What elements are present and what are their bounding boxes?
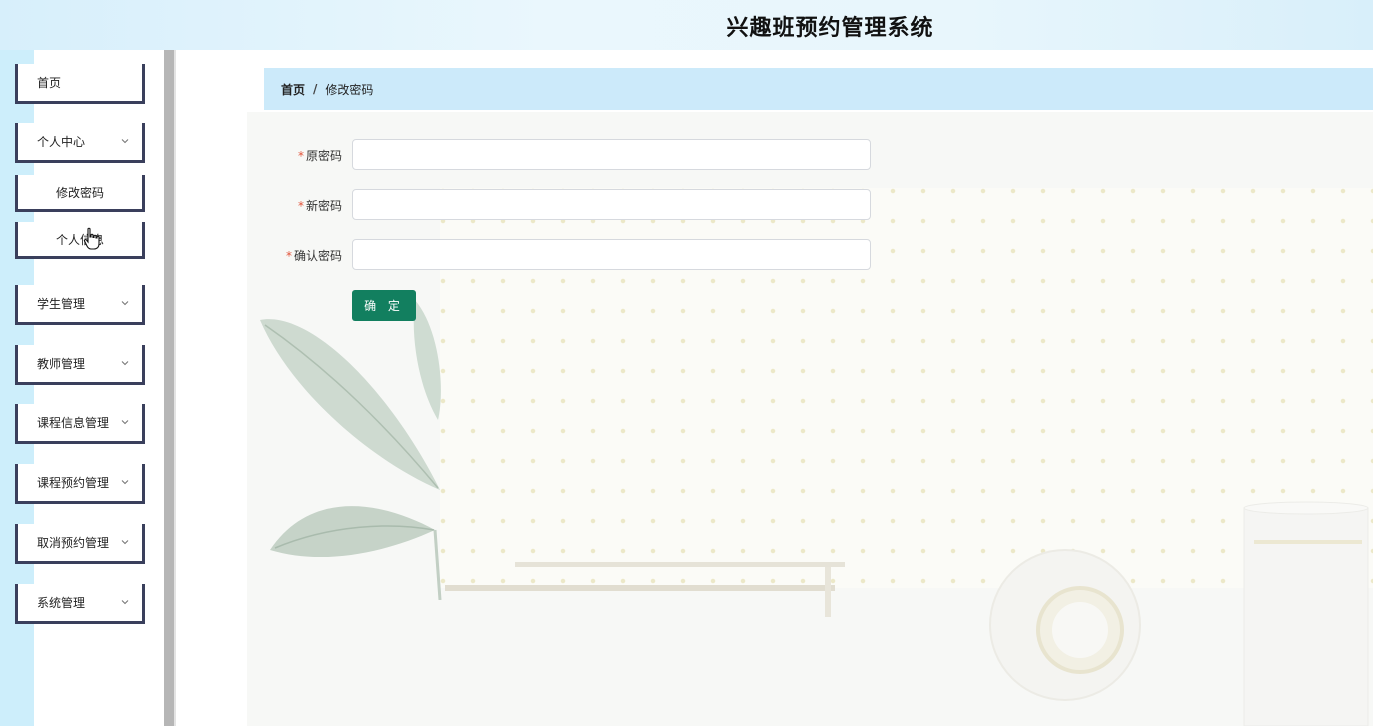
required-mark: * bbox=[297, 199, 304, 213]
sidebar-item-home[interactable]: 首页 bbox=[15, 64, 145, 104]
sidebar-item-label: 学生管理 bbox=[37, 297, 86, 311]
sidebar-subitem-personal-info[interactable]: 个人信息 bbox=[15, 222, 145, 259]
sidebar-item-label: 系统管理 bbox=[37, 596, 86, 610]
required-mark: * bbox=[285, 249, 292, 263]
plant-illustration bbox=[260, 300, 442, 600]
top-header: 兴趣班预约管理系统 bbox=[0, 0, 1373, 50]
sidebar-item-personal-center[interactable]: 个人中心 bbox=[15, 123, 145, 163]
chevron-down-icon bbox=[121, 138, 129, 143]
sidebar-item-system-management[interactable]: 系统管理 bbox=[15, 584, 145, 624]
old-password-label: * 原密码 bbox=[270, 147, 342, 164]
chevron-down-icon bbox=[121, 419, 129, 424]
old-password-label-text: 原密码 bbox=[305, 149, 342, 163]
sidebar-item-cancel-booking-management[interactable]: 取消预约管理 bbox=[15, 524, 145, 564]
sidebar-item-student-management[interactable]: 学生管理 bbox=[15, 285, 145, 325]
confirm-button[interactable]: 确 定 bbox=[352, 290, 416, 321]
confirm-password-label-text: 确认密码 bbox=[293, 249, 342, 263]
cylinder-illustration bbox=[1243, 501, 1369, 726]
breadcrumb-separator: / bbox=[313, 82, 318, 96]
old-password-input[interactable] bbox=[352, 139, 871, 170]
app-title: 兴趣班预约管理系统 bbox=[726, 16, 934, 41]
sidebar-item-label: 取消预约管理 bbox=[37, 536, 110, 550]
confirm-password-input[interactable] bbox=[352, 239, 871, 270]
sidebar-item-course-booking-management[interactable]: 课程预约管理 bbox=[15, 464, 145, 504]
chevron-down-icon bbox=[121, 300, 129, 305]
breadcrumb: 首页 / 修改密码 bbox=[264, 68, 1373, 110]
new-password-input[interactable] bbox=[352, 189, 871, 220]
chevron-down-icon bbox=[121, 599, 129, 604]
new-password-label: * 新密码 bbox=[270, 197, 342, 214]
sidebar-item-label: 课程预约管理 bbox=[37, 476, 110, 490]
hand-pointer-icon bbox=[83, 227, 100, 250]
required-mark: * bbox=[297, 149, 304, 163]
sidebar-scrollbar[interactable] bbox=[164, 50, 176, 726]
breadcrumb-current: 修改密码 bbox=[325, 82, 374, 97]
tape-roll-illustration bbox=[989, 549, 1141, 701]
sidebar-item-label: 个人中心 bbox=[37, 135, 86, 149]
breadcrumb-home[interactable]: 首页 bbox=[281, 81, 305, 98]
sidebar-item-label: 教师管理 bbox=[37, 357, 86, 371]
shelf-illustration bbox=[445, 562, 845, 617]
sidebar-subitem-change-password[interactable]: 修改密码 bbox=[15, 175, 145, 212]
confirm-password-label: * 确认密码 bbox=[270, 247, 342, 264]
sidebar-item-teacher-management[interactable]: 教师管理 bbox=[15, 345, 145, 385]
chevron-down-icon bbox=[121, 479, 129, 484]
new-password-label-text: 新密码 bbox=[305, 199, 342, 213]
sidebar-item-label: 首页 bbox=[37, 76, 62, 90]
sidebar-subitem-label: 修改密码 bbox=[55, 185, 104, 200]
chevron-down-icon bbox=[121, 539, 129, 544]
sidebar-item-course-info-management[interactable]: 课程信息管理 bbox=[15, 404, 145, 444]
chevron-down-icon bbox=[121, 360, 129, 365]
sidebar-item-label: 课程信息管理 bbox=[37, 416, 110, 430]
